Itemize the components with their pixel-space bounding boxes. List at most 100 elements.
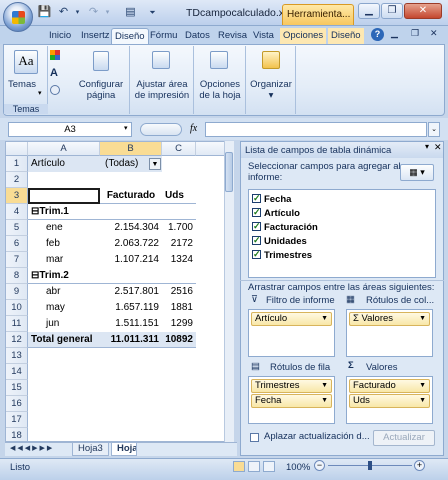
theme-effects-icon[interactable] [50,85,60,95]
cell-c5[interactable]: 1.700 [162,220,196,236]
cell-b16[interactable] [100,396,162,412]
row-header[interactable]: 17 [6,412,28,428]
undo-icon[interactable]: ↶ [56,5,71,20]
cell-c10[interactable]: 1881 [162,300,196,316]
tab-diseno[interactable]: Diseño [328,28,364,44]
tab-revisar[interactable]: Revisa [215,28,250,44]
zoom-out-icon[interactable]: − [314,460,325,471]
name-box-dropdown-icon[interactable]: ▾ [124,124,128,132]
cell-c8[interactable] [162,268,196,284]
cell-b15[interactable] [100,380,162,396]
cell-c7[interactable]: 1324 [162,252,196,268]
column-item-valores[interactable]: Σ Valores ▼ [349,312,430,326]
cell-c18[interactable] [162,428,196,441]
row-header[interactable]: 4 [6,204,28,220]
ribbon-minimize-icon[interactable]: ▁ [391,28,398,39]
checkbox-checked-icon[interactable] [252,220,261,233]
column-labels-area[interactable]: Σ Valores ▼ [346,309,433,357]
row-header[interactable]: 15 [6,380,28,396]
field-list-layout-button[interactable]: ▦ ▾ [400,164,434,181]
expand-formula-icon[interactable]: ⌄ [428,122,440,137]
ribbon-close-icon[interactable]: ✕ [430,28,438,39]
select-all-corner[interactable] [6,142,28,156]
column-header-a[interactable]: A [28,142,100,156]
formula-splitter[interactable] [140,123,182,136]
cell-c15[interactable] [162,380,196,396]
checkbox-checked-icon[interactable] [252,234,261,247]
field-articulo[interactable]: Artículo [252,206,300,220]
row-header[interactable]: 1 [6,156,28,172]
field-trimestres[interactable]: Trimestres [252,248,312,262]
cell-b14[interactable] [100,364,162,380]
redo-icon[interactable]: ↷ [86,5,101,20]
field-facturacion[interactable]: Facturación [252,220,318,234]
cell-b5[interactable]: 2.154.304 [100,220,162,236]
themes-button-label[interactable]: Temas [4,79,40,91]
cell-a17[interactable] [28,412,100,428]
value-item-uds[interactable]: Uds ▼ [349,394,430,408]
cell-a14[interactable] [28,364,100,380]
context-tab-tools[interactable]: Herramienta... [282,4,354,25]
checkbox-checked-icon[interactable] [252,206,261,219]
arrange-icon[interactable] [262,51,280,69]
ribbon-restore-icon[interactable]: ❐ [411,28,419,39]
cell-c17[interactable] [162,412,196,428]
undo-dropdown-icon[interactable]: ▾ [70,5,85,20]
cell-c3[interactable]: Uds [162,188,196,204]
row-header[interactable]: 3 [6,188,28,204]
row-header[interactable]: 14 [6,364,28,380]
row-header[interactable]: 18 [6,428,28,441]
report-filter-dropdown-icon[interactable]: ▼ [149,158,161,170]
tab-formulas[interactable]: Fórmu [147,28,180,44]
office-button[interactable] [3,2,33,32]
row-header[interactable]: 5 [6,220,28,236]
zoom-in-icon[interactable]: + [414,460,425,471]
page-setup-icon[interactable] [93,51,109,71]
theme-colors-icon[interactable] [50,50,60,60]
sheet-nav-icon[interactable]: ◀◀◀▶▶▶ [10,444,54,452]
defer-update-checkbox[interactable] [250,433,259,442]
theme-fonts-icon[interactable]: A [50,67,58,79]
values-area[interactable]: Facturado ▼ Uds ▼ [346,376,433,424]
cell-c14[interactable] [162,364,196,380]
vertical-scroll-thumb[interactable] [225,152,233,192]
row-item-fecha[interactable]: Fecha ▼ [251,394,332,408]
cell-b12[interactable]: 11.011.311 [100,332,162,348]
cell-b9[interactable]: 2.517.801 [100,284,162,300]
cell-b8[interactable] [100,268,162,284]
cell-a8[interactable]: ⊟Trim.2 [28,268,100,284]
cell-b7[interactable]: 1.107.214 [100,252,162,268]
column-header-c[interactable]: C [162,142,196,156]
cell-c11[interactable]: 1299 [162,316,196,332]
maximize-button[interactable]: ❐ [381,3,403,19]
cell-a5[interactable]: ene [28,220,100,236]
quick-print-icon[interactable]: ▤ [123,5,138,20]
close-button[interactable]: ✕ [404,3,442,19]
themes-icon[interactable]: Aa [14,50,38,74]
minimize-button[interactable]: ▁ [358,3,380,19]
organizar-button[interactable]: Organizar ▾ [247,79,295,101]
cell-b10[interactable]: 1.657.119 [100,300,162,316]
tab-vista[interactable]: Vista [250,28,277,44]
report-filter-area[interactable]: Artículo ▼ [248,309,335,357]
page-layout-view-icon[interactable] [248,461,260,472]
cell-c9[interactable]: 2516 [162,284,196,300]
row-header[interactable]: 11 [6,316,28,332]
cell-a18[interactable] [28,428,100,441]
pane-close-icon[interactable]: ✕ [434,142,442,153]
row-header[interactable]: 9 [6,284,28,300]
cell-c13[interactable] [162,348,196,364]
row-header[interactable]: 7 [6,252,28,268]
configurar-button[interactable]: Configurar página [74,79,128,101]
insert-function-icon[interactable]: fx [190,123,197,134]
cell-a7[interactable]: mar [28,252,100,268]
cell-b4[interactable] [100,204,162,220]
normal-view-icon[interactable] [233,461,245,472]
row-header[interactable]: 6 [6,236,28,252]
row-header[interactable]: 12 [6,332,28,348]
cell-b11[interactable]: 1.511.151 [100,316,162,332]
cell-a4[interactable]: ⊟Trim.1 [28,204,100,220]
print-area-icon[interactable] [152,51,170,69]
cell-b6[interactable]: 2.063.722 [100,236,162,252]
tab-diseno-pagina[interactable]: Diseño [111,28,149,45]
